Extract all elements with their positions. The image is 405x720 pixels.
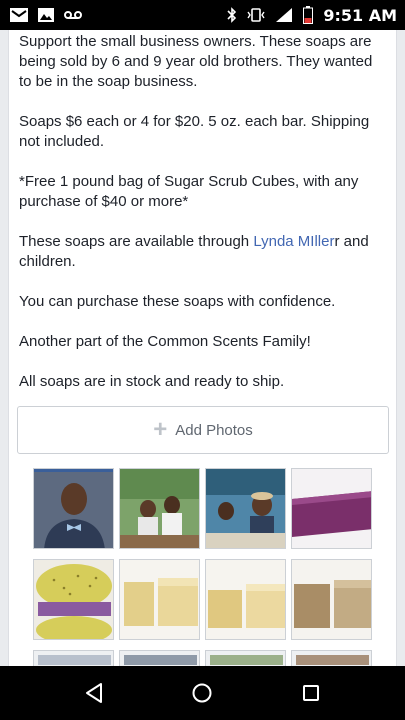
- signal-icon: [276, 8, 293, 22]
- photo-partial[interactable]: [33, 650, 114, 666]
- post-paragraph: Soaps $6 each or 4 for $20. 5 oz. each b…: [19, 113, 370, 150]
- bluetooth-icon: [227, 7, 237, 23]
- status-bar: 9:51 AM: [0, 0, 405, 30]
- post-paragraph: *Free 1 pound bag of Sugar Scrub Cubes, …: [19, 173, 359, 210]
- photo-brown-soap[interactable]: [291, 559, 372, 640]
- photo-yellow-soap-2[interactable]: [205, 559, 286, 640]
- home-button[interactable]: [178, 673, 226, 713]
- photo-kids-booth[interactable]: [205, 468, 286, 549]
- back-icon: [86, 683, 103, 703]
- photo-kids-outdoors[interactable]: [119, 468, 200, 549]
- system-icons: 9:51 AM: [227, 6, 397, 25]
- add-photos-label: Add Photos: [175, 421, 253, 439]
- photo-purple-soap[interactable]: [291, 468, 372, 549]
- post-paragraph: Another part of the Common Scents Family…: [19, 333, 311, 350]
- back-button[interactable]: [70, 673, 118, 713]
- post-paragraph: These soaps are available through Lynda …: [19, 232, 386, 272]
- post-body: Support the small business owners. These…: [9, 30, 396, 392]
- add-photos-button[interactable]: + Add Photos: [17, 406, 389, 454]
- post-paragraph: Support the small business owners. These…: [19, 33, 373, 90]
- plus-icon: +: [153, 416, 168, 443]
- photo-grid: [33, 468, 373, 666]
- post-content: Support the small business owners. These…: [8, 30, 397, 666]
- photo-partial[interactable]: [291, 650, 372, 666]
- recents-button[interactable]: [287, 673, 335, 713]
- post-paragraph: All soaps are in stock and ready to ship…: [19, 373, 285, 390]
- photo-boy-bowtie[interactable]: [33, 468, 114, 549]
- gallery-icon: [38, 8, 54, 22]
- photo-partial[interactable]: [119, 650, 200, 666]
- vibrate-icon: [247, 8, 265, 22]
- post-paragraph: You can purchase these soaps with confid…: [19, 293, 336, 310]
- photo-yellow-soap-1[interactable]: [119, 559, 200, 640]
- notification-icons: [10, 8, 82, 22]
- recents-icon: [302, 685, 319, 701]
- clock: 9:51 AM: [323, 5, 397, 25]
- voicemail-icon: [64, 11, 82, 19]
- navigation-bar: [0, 666, 405, 720]
- battery-icon: [303, 6, 314, 24]
- photo-sponge-soap[interactable]: [33, 559, 114, 640]
- photo-partial[interactable]: [205, 650, 286, 666]
- gmail-icon: [10, 8, 28, 22]
- text-fragment: These soaps are available through: [19, 233, 254, 250]
- profile-link[interactable]: Lynda MIller: [253, 233, 334, 250]
- home-icon: [192, 683, 212, 703]
